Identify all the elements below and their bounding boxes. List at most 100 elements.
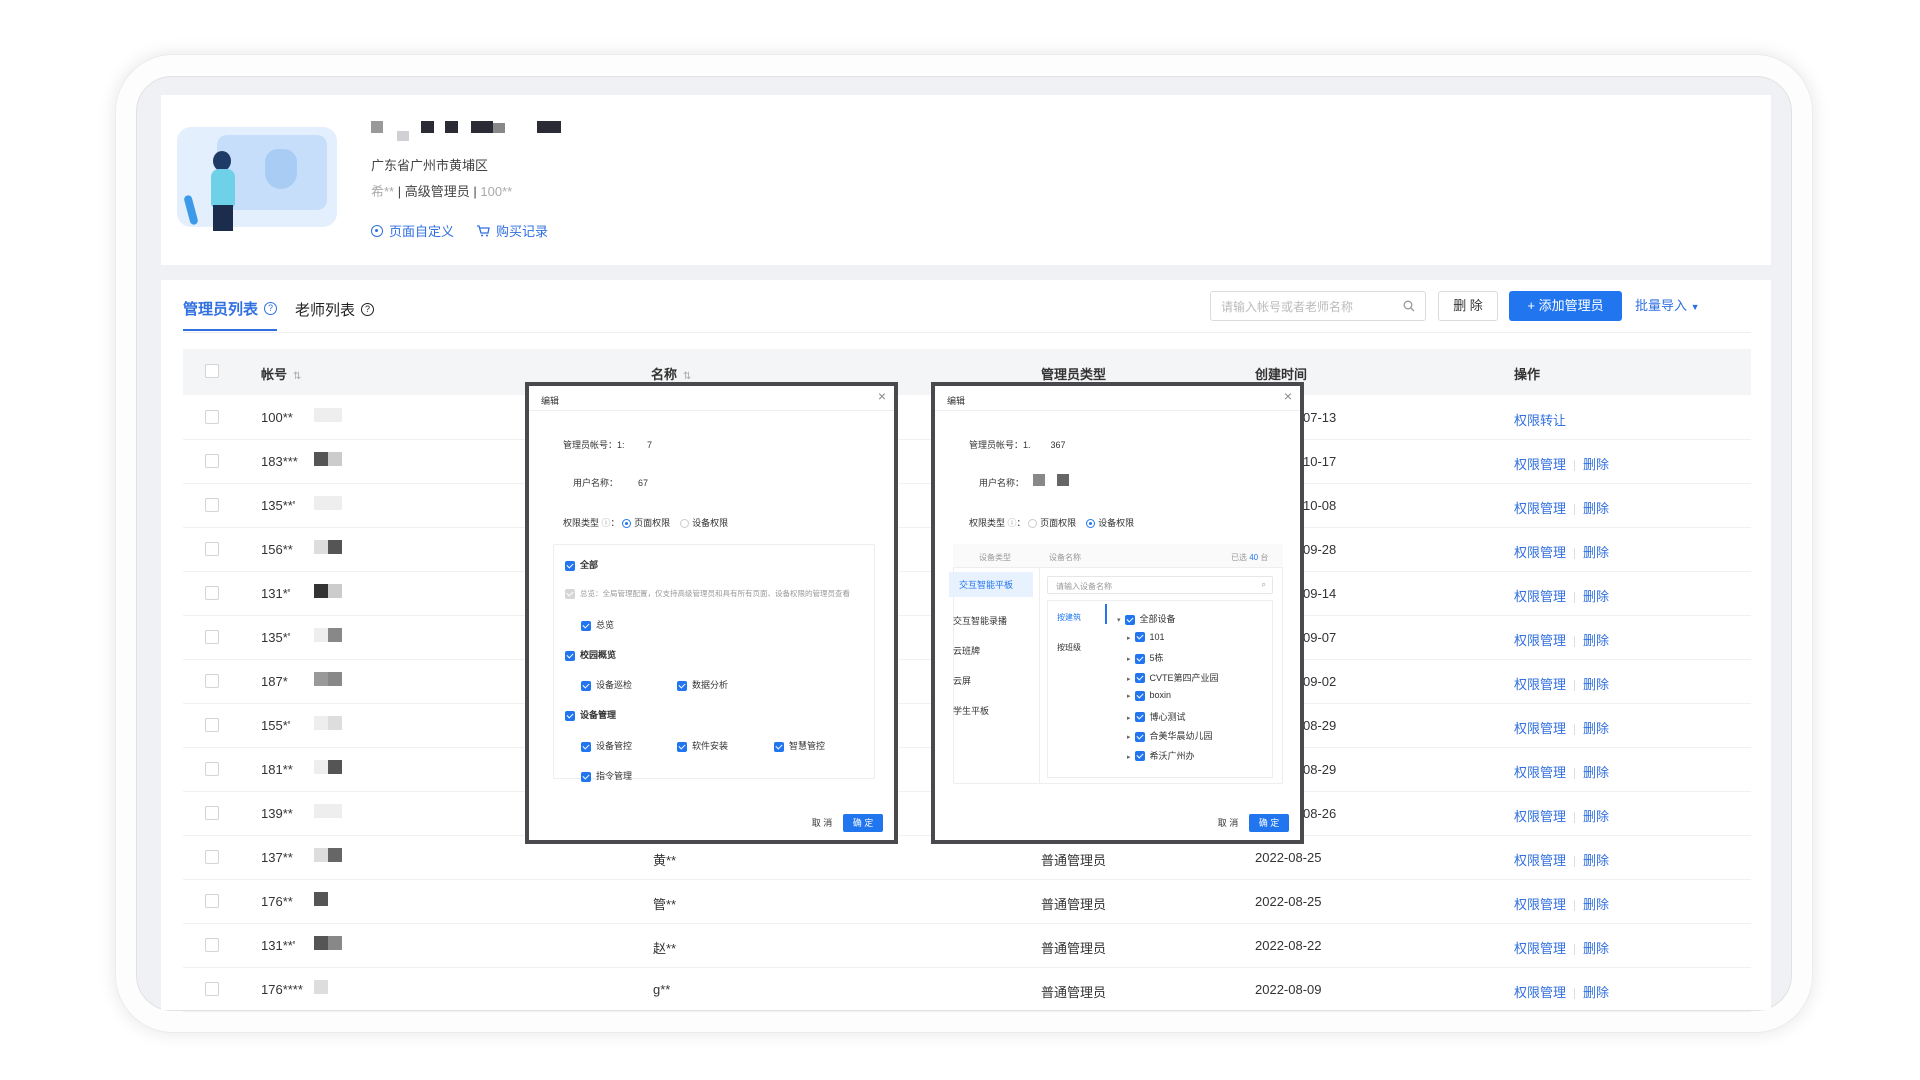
masked-block: [314, 452, 328, 466]
manage-permission-link[interactable]: 权限管理: [1514, 589, 1566, 604]
row-checkbox[interactable]: [205, 674, 219, 688]
delete-button[interactable]: 删 除: [1438, 291, 1498, 321]
confirm-button[interactable]: 确 定: [843, 814, 883, 832]
delete-link[interactable]: 删除: [1583, 853, 1609, 868]
perm-campus-checkbox[interactable]: 校园概览: [565, 648, 616, 661]
tab-teacher-list[interactable]: 老师列表?: [295, 298, 375, 331]
delete-link[interactable]: 删除: [1583, 765, 1609, 780]
device-type-item[interactable]: 交互智能录播: [953, 614, 1007, 627]
perm-all-checkbox[interactable]: 全部: [565, 558, 598, 571]
delete-link[interactable]: 删除: [1583, 721, 1609, 736]
caret-right-icon[interactable]: ▸: [1127, 734, 1131, 741]
tree-node[interactable]: ▸ boxin: [1127, 690, 1171, 701]
device-type-item[interactable]: 学生平板: [953, 704, 989, 717]
perm-cmd-mgmt-checkbox[interactable]: 指令管理: [581, 769, 632, 782]
caret-right-icon[interactable]: ▸: [1127, 635, 1131, 642]
masked-block: [314, 672, 328, 686]
device-type-item-active[interactable]: 交互智能平板: [949, 572, 1033, 597]
row-checkbox[interactable]: [205, 630, 219, 644]
sort-icon[interactable]: ⇅: [293, 371, 301, 382]
row-checkbox[interactable]: [205, 850, 219, 864]
row-checkbox[interactable]: [205, 718, 219, 732]
purchase-record-link[interactable]: 购买记录: [476, 221, 548, 240]
perm-device-inspect-checkbox[interactable]: 设备巡检: [581, 678, 632, 691]
delete-link[interactable]: 删除: [1583, 941, 1609, 956]
tree-node[interactable]: ▸ 博心测试: [1127, 710, 1186, 723]
tree-node-all-devices[interactable]: ▾ 全部设备: [1117, 612, 1176, 625]
close-icon[interactable]: ×: [1284, 388, 1292, 404]
manage-permission-link[interactable]: 权限转让: [1514, 413, 1566, 428]
tree-node[interactable]: ▸ 合美华晨幼儿园: [1127, 729, 1213, 742]
customize-page-link[interactable]: 页面自定义: [371, 221, 454, 240]
confirm-button[interactable]: 确 定: [1249, 814, 1289, 832]
manage-permission-link[interactable]: 权限管理: [1514, 897, 1566, 912]
radio-page-permission[interactable]: 页面权限: [622, 518, 670, 529]
device-search-input[interactable]: 请输入设备名称 ⌕: [1047, 576, 1273, 594]
tab-admin-list[interactable]: 管理员列表?: [183, 298, 278, 331]
delete-link[interactable]: 删除: [1583, 677, 1609, 692]
delete-link[interactable]: 删除: [1583, 545, 1609, 560]
caret-down-icon[interactable]: ▾: [1117, 617, 1121, 624]
perm-device-mgmt-checkbox[interactable]: 设备管理: [565, 708, 616, 721]
add-admin-button[interactable]: + 添加管理员: [1509, 291, 1622, 321]
cancel-button[interactable]: 取 消: [805, 814, 839, 832]
tree-node[interactable]: ▸ 5栋: [1127, 651, 1164, 664]
manage-permission-link[interactable]: 权限管理: [1514, 721, 1566, 736]
delete-link[interactable]: 删除: [1583, 809, 1609, 824]
manage-permission-link[interactable]: 权限管理: [1514, 633, 1566, 648]
sort-icon[interactable]: ⇅: [683, 371, 691, 382]
search-input[interactable]: 请输入帐号或者老师名称: [1210, 291, 1426, 321]
tree-node[interactable]: ▸ 101: [1127, 632, 1165, 643]
row-checkbox[interactable]: [205, 454, 219, 468]
perm-overview-checkbox[interactable]: 总览: [581, 618, 614, 631]
radio-device-permission[interactable]: 设备权限: [1086, 518, 1134, 529]
cancel-button[interactable]: 取 消: [1211, 814, 1245, 832]
manage-permission-link[interactable]: 权限管理: [1514, 457, 1566, 472]
radio-device-permission[interactable]: 设备权限: [680, 518, 728, 529]
tree-node[interactable]: ▸ CVTE第四产业园: [1127, 671, 1219, 684]
delete-link[interactable]: 删除: [1583, 897, 1609, 912]
row-account: 155*': [261, 718, 291, 733]
batch-import-dropdown[interactable]: 批量导入 ▼: [1635, 291, 1700, 321]
perm-data-analysis-checkbox[interactable]: 数据分析: [677, 678, 728, 691]
row-checkbox[interactable]: [205, 762, 219, 776]
manage-permission-link[interactable]: 权限管理: [1514, 853, 1566, 868]
tree-node[interactable]: ▸ 希沃广州办: [1127, 749, 1195, 762]
row-checkbox[interactable]: [205, 410, 219, 424]
row-checkbox[interactable]: [205, 806, 219, 820]
manage-permission-link[interactable]: 权限管理: [1514, 501, 1566, 516]
perm-device-control-checkbox[interactable]: 设备管控: [581, 739, 632, 752]
select-all-checkbox[interactable]: [205, 364, 219, 378]
row-checkbox[interactable]: [205, 586, 219, 600]
group-by-class-tab[interactable]: 按班级: [1057, 642, 1081, 653]
group-by-building-tab[interactable]: 按建筑: [1057, 612, 1081, 623]
delete-link[interactable]: 删除: [1583, 457, 1609, 472]
caret-right-icon[interactable]: ▸: [1127, 715, 1131, 722]
manage-permission-link[interactable]: 权限管理: [1514, 941, 1566, 956]
row-checkbox[interactable]: [205, 542, 219, 556]
manage-permission-link[interactable]: 权限管理: [1514, 809, 1566, 824]
delete-link[interactable]: 删除: [1583, 633, 1609, 648]
delete-link[interactable]: 删除: [1583, 985, 1609, 1000]
delete-link[interactable]: 删除: [1583, 589, 1609, 604]
row-checkbox[interactable]: [205, 498, 219, 512]
manage-permission-link[interactable]: 权限管理: [1514, 985, 1566, 1000]
caret-right-icon[interactable]: ▸: [1127, 754, 1131, 761]
row-checkbox[interactable]: [205, 894, 219, 908]
device-type-item[interactable]: 云屏: [953, 674, 971, 687]
row-checkbox[interactable]: [205, 982, 219, 996]
masked-block: [314, 716, 328, 730]
perm-smart-control-checkbox[interactable]: 智慧管控: [774, 739, 825, 752]
caret-right-icon[interactable]: ▸: [1127, 676, 1131, 683]
row-checkbox[interactable]: [205, 938, 219, 952]
delete-link[interactable]: 删除: [1583, 501, 1609, 516]
perm-software-install-checkbox[interactable]: 软件安装: [677, 739, 728, 752]
caret-right-icon[interactable]: ▸: [1127, 693, 1131, 700]
device-type-item[interactable]: 云班牌: [953, 644, 980, 657]
manage-permission-link[interactable]: 权限管理: [1514, 765, 1566, 780]
manage-permission-link[interactable]: 权限管理: [1514, 677, 1566, 692]
radio-page-permission[interactable]: 页面权限: [1028, 518, 1076, 529]
manage-permission-link[interactable]: 权限管理: [1514, 545, 1566, 560]
close-icon[interactable]: ×: [878, 388, 886, 404]
caret-right-icon[interactable]: ▸: [1127, 656, 1131, 663]
